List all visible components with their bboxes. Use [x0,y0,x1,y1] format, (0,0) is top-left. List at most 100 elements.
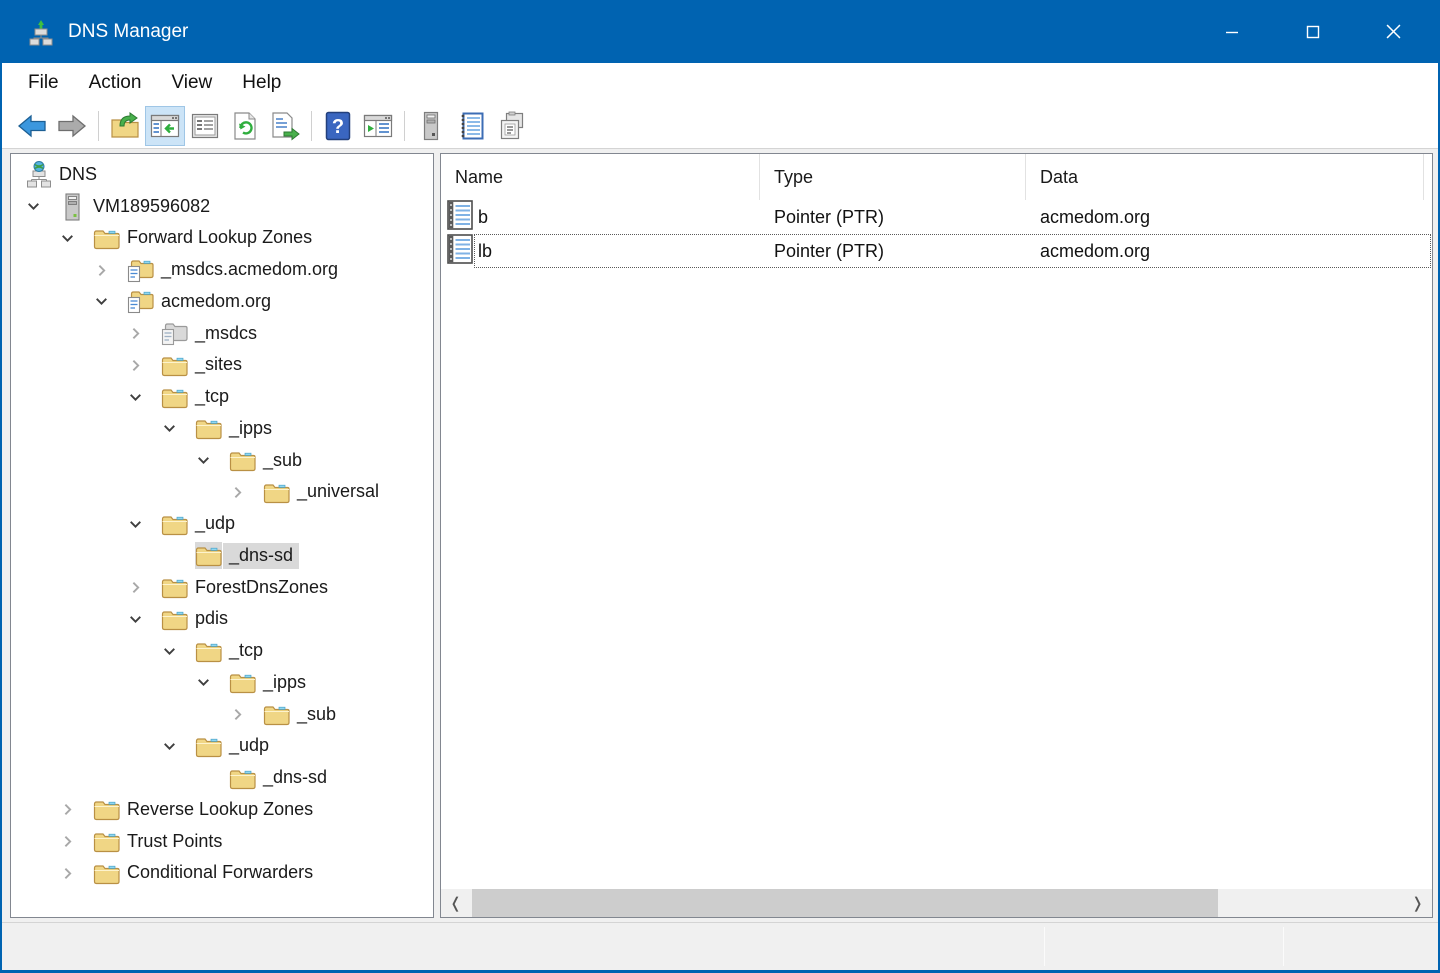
menu-action[interactable]: Action [74,63,157,103]
zone-icon [127,288,154,315]
chevron-right-icon[interactable] [127,572,161,604]
scrollbar-thumb[interactable] [472,889,1218,917]
chevron-down-icon[interactable] [161,413,195,445]
menu-file[interactable]: File [13,63,74,103]
tree-item-acmedom-org[interactable]: acmedom.org [11,286,433,318]
copy-documents-button[interactable] [491,106,531,146]
tree-item-dns-sd[interactable]: _dns-sd [11,762,433,794]
chevron-right-icon[interactable] [127,350,161,382]
menu-view[interactable]: View [156,63,227,103]
minimize-button[interactable] [1191,0,1272,63]
column-header-data[interactable]: Data [1026,154,1424,200]
record-row-lb[interactable]: lbPointer (PTR)acmedom.org [441,234,1432,268]
tree-item-udp[interactable]: _udp [11,508,433,540]
chevron-right-icon[interactable] [127,318,161,350]
tree-item-universal[interactable]: _universal [11,477,433,509]
dns-root-icon [25,161,52,188]
record-icon [447,234,474,268]
chevron-right-icon[interactable] [59,826,93,858]
chevron-down-icon[interactable] [161,731,195,763]
forward-button[interactable] [52,106,92,146]
chevron-down-icon[interactable] [127,381,161,413]
up-one-level-button[interactable] [105,106,145,146]
refresh-button[interactable] [225,106,265,146]
tree-item-tcp[interactable]: _tcp [11,381,433,413]
chevron-down-icon[interactable] [127,508,161,540]
record-type-cell: Pointer (PTR) [760,234,1026,268]
chevron-right-icon[interactable] [59,794,93,826]
horizontal-scrollbar[interactable]: ❬ ❭ [441,889,1432,917]
record-list-panel: NameTypeData bPointer (PTR)acmedom.orglb… [440,153,1433,918]
tree-item-trust-points[interactable]: Trust Points [11,826,433,858]
refresh-icon [231,111,259,141]
tree-item-conditional-forwarders[interactable]: Conditional Forwarders [11,858,433,890]
folder-icon [229,447,256,474]
chevron-right-icon[interactable] [93,254,127,286]
chevron-right-icon[interactable] [229,477,263,509]
toolbar-separator [404,111,405,141]
folder-icon [195,733,222,760]
tree-item-label: _sites [189,352,248,378]
zone-icon [127,257,154,284]
tree-item-label: _sub [291,702,342,728]
chevron-down-icon[interactable] [161,635,195,667]
folder-icon [161,574,188,601]
tree-item-msdcs[interactable]: _msdcs [11,318,433,350]
chevron-down-icon[interactable] [59,223,93,255]
folder-icon [93,796,120,823]
column-header-name[interactable]: Name [441,154,760,200]
new-window-button[interactable] [358,106,398,146]
chevron-down-icon[interactable] [195,445,229,477]
tree-item-forestdnszones[interactable]: ForestDnsZones [11,572,433,604]
tree-item-msdcs-acmedom-org[interactable]: _msdcs.acmedom.org [11,254,433,286]
chevron-right-icon[interactable] [59,858,93,890]
properties-button[interactable] [185,106,225,146]
svg-text:?: ? [332,116,344,138]
tree-item-tcp[interactable]: _tcp [11,635,433,667]
chevron-down-icon[interactable] [93,286,127,318]
notebook-icon [457,111,485,141]
tree-item-forward-lookup-zones[interactable]: Forward Lookup Zones [11,223,433,255]
tree-item-pdis[interactable]: pdis [11,604,433,636]
record-row-b[interactable]: bPointer (PTR)acmedom.org [441,200,1432,234]
scrollbar-track[interactable] [470,889,1403,917]
tree-item-sites[interactable]: _sites [11,350,433,382]
scroll-right-arrow-icon[interactable]: ❭ [1403,889,1432,917]
folder-icon [195,415,222,442]
tree-item-sub[interactable]: _sub [11,699,433,731]
arrow-right-icon [56,112,88,140]
close-button[interactable] [1353,0,1434,63]
chevron-right-icon[interactable] [229,699,263,731]
tree-item-ipps[interactable]: _ipps [11,667,433,699]
tree-item-label: _tcp [189,384,235,410]
column-header-type[interactable]: Type [760,154,1026,200]
record-name: b [478,207,488,228]
window-controls [1191,0,1434,63]
tree-item-dns-sd[interactable]: _dns-sd [11,540,433,572]
tree-item-sub[interactable]: _sub [11,445,433,477]
maximize-button[interactable] [1272,0,1353,63]
tree-item-reverse-lookup-zones[interactable]: Reverse Lookup Zones [11,794,433,826]
record-icon [447,200,474,234]
tree-item-ipps[interactable]: _ipps [11,413,433,445]
chevron-down-icon[interactable] [195,667,229,699]
chevron-down-icon[interactable] [127,604,161,636]
chevron-down-icon[interactable] [25,191,59,223]
export-list-button[interactable] [265,106,305,146]
help-button[interactable]: ? [318,106,358,146]
tree-item-label: DNS [53,162,103,188]
back-button[interactable] [12,106,52,146]
server-tool-button[interactable] [411,106,451,146]
folder-icon [263,479,290,506]
tree-item-dns[interactable]: DNS [11,159,433,191]
tree-item-udp[interactable]: _udp [11,731,433,763]
scroll-left-arrow-icon[interactable]: ❬ [441,889,470,917]
tree-item-label: _udp [189,511,241,537]
show-hide-console-tree-button[interactable] [145,106,185,146]
record-list-button[interactable] [451,106,491,146]
arrow-left-icon [16,112,48,140]
folder-icon [263,701,290,728]
tree-item-vm189596082[interactable]: VM189596082 [11,191,433,223]
menu-help[interactable]: Help [227,63,296,103]
zone-gray-icon [161,320,188,347]
